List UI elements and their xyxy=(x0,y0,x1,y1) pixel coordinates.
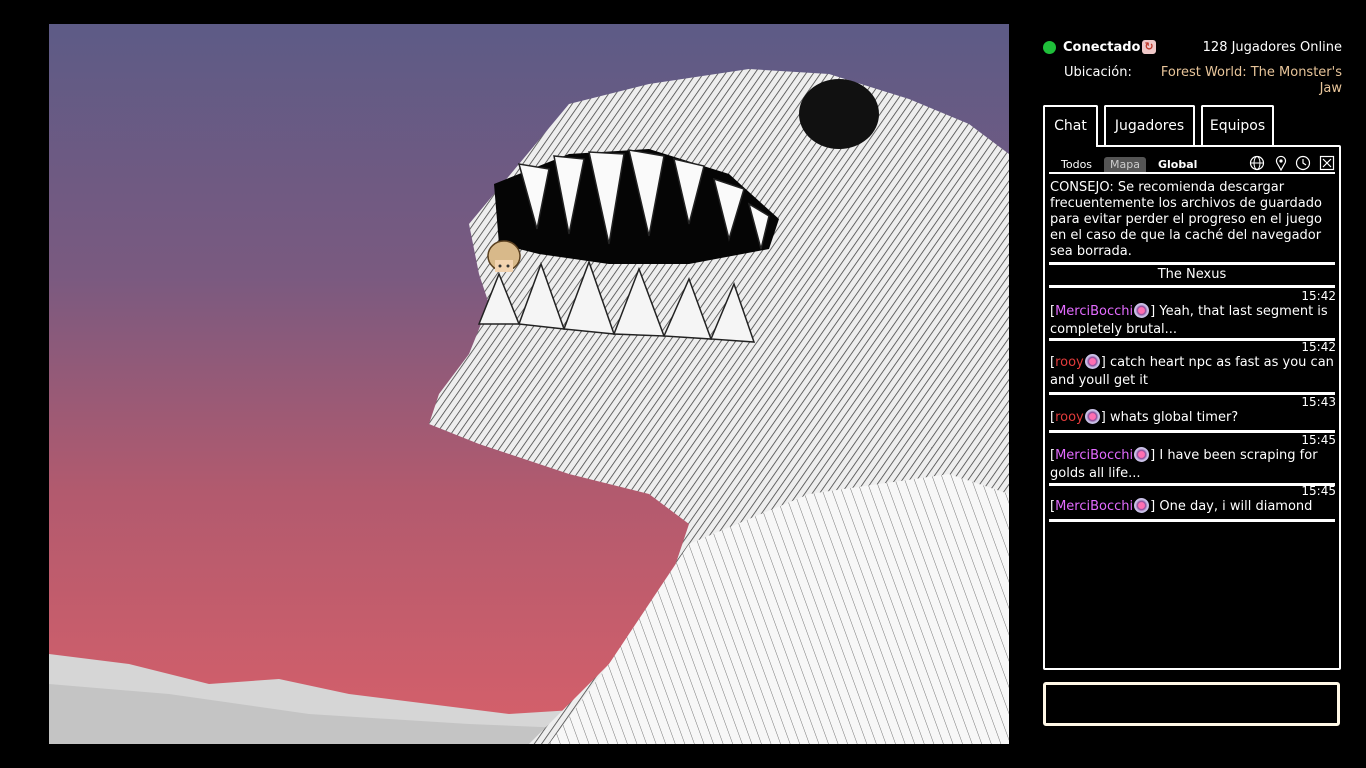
message-author[interactable]: MerciBocchi xyxy=(1055,304,1133,319)
tab-players[interactable]: Jugadores xyxy=(1104,105,1195,145)
message-time: 15:45 xyxy=(1301,484,1336,498)
filter-all[interactable]: Todos xyxy=(1055,157,1098,172)
message-text: One day, i will diamond xyxy=(1155,499,1313,514)
location-label: Ubicación: xyxy=(1064,65,1132,80)
divider xyxy=(1049,262,1335,265)
message-author[interactable]: MerciBocchi xyxy=(1055,448,1133,463)
message-time: 15:42 xyxy=(1301,289,1336,303)
location-value: Forest World: The Monster's Jaw xyxy=(1160,65,1342,96)
filter-map[interactable]: Mapa xyxy=(1104,157,1146,172)
chat-filter-bar: Todos Mapa Global xyxy=(1049,155,1336,173)
map-pin-icon[interactable] xyxy=(1273,155,1289,171)
online-players-count: 128 Jugadores Online xyxy=(1202,40,1342,55)
chat-message: 15:42 [rooy] catch heart npc as fast as … xyxy=(1050,340,1336,389)
filter-divider xyxy=(1049,172,1335,174)
badge-icon xyxy=(1134,498,1150,513)
connection-status: Conectado ↻ 128 Jugadores Online xyxy=(1043,38,1342,60)
chat-message: 15:43 [rooy] whats global timer? xyxy=(1050,395,1336,426)
divider xyxy=(1049,285,1335,288)
message-time: 15:45 xyxy=(1301,433,1336,447)
chat-message: 15:45 [MerciBocchi] One day, i will diam… xyxy=(1050,484,1336,515)
connected-label: Conectado xyxy=(1063,40,1141,55)
tip-message: CONSEJO: Se recomienda descargar frecuen… xyxy=(1050,180,1322,259)
chat-message: 15:45 [MerciBocchi] I have been scraping… xyxy=(1050,433,1336,482)
divider xyxy=(1049,519,1335,522)
chat-message: 15:42 [MerciBocchi] Yeah, that last segm… xyxy=(1050,289,1336,338)
chat-input[interactable] xyxy=(1043,682,1340,726)
close-icon[interactable] xyxy=(1319,155,1335,171)
message-author[interactable]: rooy xyxy=(1055,355,1084,370)
divider xyxy=(1049,430,1335,433)
message-author[interactable]: MerciBocchi xyxy=(1055,499,1133,514)
message-author[interactable]: rooy xyxy=(1055,410,1084,425)
message-time: 15:43 xyxy=(1301,395,1336,409)
monster-eye xyxy=(799,79,879,149)
connected-indicator-icon xyxy=(1043,41,1056,54)
game-viewport[interactable] xyxy=(49,24,1009,744)
badge-icon xyxy=(1134,303,1150,318)
message-text: whats global timer? xyxy=(1105,410,1239,425)
chat-panel: Todos Mapa Global CONSEJO: Se recomienda… xyxy=(1043,145,1341,670)
globe-icon[interactable] xyxy=(1249,155,1265,171)
filter-global[interactable]: Global xyxy=(1152,157,1203,172)
refresh-icon[interactable]: ↻ xyxy=(1142,40,1156,54)
clock-icon[interactable] xyxy=(1295,155,1311,171)
channel-title: The Nexus xyxy=(1157,267,1227,282)
game-scene xyxy=(49,24,1009,744)
divider xyxy=(1049,392,1335,395)
badge-icon xyxy=(1084,409,1100,424)
player-character xyxy=(487,240,521,272)
badge-icon xyxy=(1084,354,1100,369)
tab-chat[interactable]: Chat xyxy=(1043,105,1098,147)
badge-icon xyxy=(1134,447,1150,462)
message-time: 15:42 xyxy=(1301,340,1336,354)
tab-teams[interactable]: Equipos xyxy=(1201,105,1274,145)
